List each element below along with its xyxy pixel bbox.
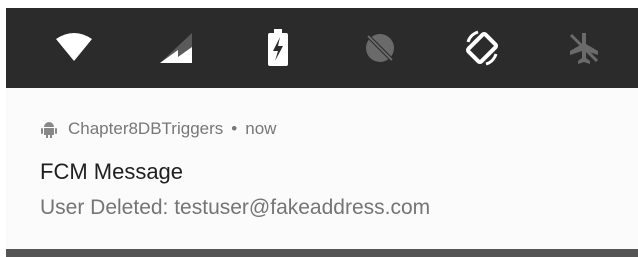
android-icon [40,120,58,138]
cellular-tile[interactable] [154,26,198,70]
bottom-divider [6,249,638,257]
notification-body: User Deleted: testuser@fakeaddress.com [40,196,431,219]
location-tile[interactable] [358,26,402,70]
quick-settings-bar [6,8,638,88]
auto-rotate-tile[interactable] [460,26,504,70]
wifi-tile[interactable] [52,26,96,70]
cellular-signal-icon [158,31,194,65]
location-off-icon [363,31,397,65]
battery-tile[interactable] [256,26,300,70]
notification-title: FCM Message [40,159,184,184]
battery-charging-icon [266,29,290,67]
header-separator: • [231,119,238,138]
airplane-mode-icon [567,31,601,65]
notification-card[interactable]: Chapter8DBTriggers • now FCM Message Use… [6,88,638,249]
auto-rotate-icon [462,28,502,68]
notification-header: Chapter8DBTriggers • now [40,118,276,140]
airplane-mode-tile[interactable] [562,26,606,70]
wifi-icon [54,33,94,63]
notification-app-name: Chapter8DBTriggers [68,119,224,138]
notification-time: now [245,119,277,138]
